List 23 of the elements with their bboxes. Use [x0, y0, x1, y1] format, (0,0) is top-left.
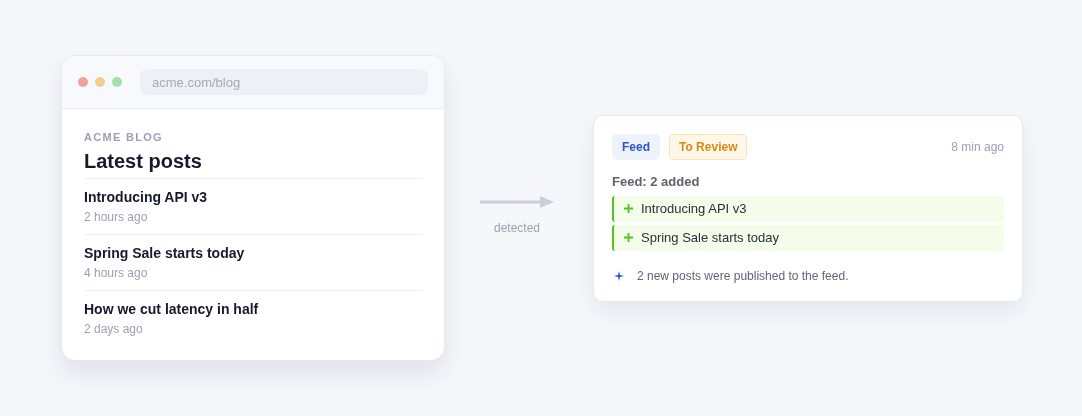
maximize-dot-icon[interactable]	[112, 77, 122, 87]
close-dot-icon[interactable]	[78, 77, 88, 87]
plus-icon	[624, 233, 633, 242]
connector-label: detected	[493, 220, 540, 235]
post-time: 2 days ago	[84, 322, 144, 336]
post-title[interactable]: Spring Sale starts today	[84, 245, 422, 261]
note-text: 2 new posts were published to the feed.	[637, 268, 849, 283]
timestamp: 8 min ago	[951, 139, 1004, 154]
post-title[interactable]: How we cut latency in half	[84, 301, 422, 317]
summary-text: Feed: 2 added	[612, 173, 701, 189]
post-time: 4 hours ago	[84, 266, 149, 280]
post-time: 2 hours ago	[84, 210, 149, 224]
plus-icon	[624, 204, 633, 213]
arrow-icon	[480, 195, 554, 208]
tag: To Review	[669, 133, 748, 160]
post-title[interactable]: Introducing API v3	[84, 189, 422, 205]
tag: Feed	[612, 133, 660, 160]
added-item: Introducing API v3	[612, 195, 1004, 222]
added-item: Spring Sale starts today	[612, 224, 1004, 251]
page-heading: Latest posts	[84, 150, 422, 179]
site-name: ACME BLOG	[84, 131, 164, 143]
minimize-dot-icon[interactable]	[95, 77, 105, 87]
sparkle-icon	[614, 270, 624, 281]
